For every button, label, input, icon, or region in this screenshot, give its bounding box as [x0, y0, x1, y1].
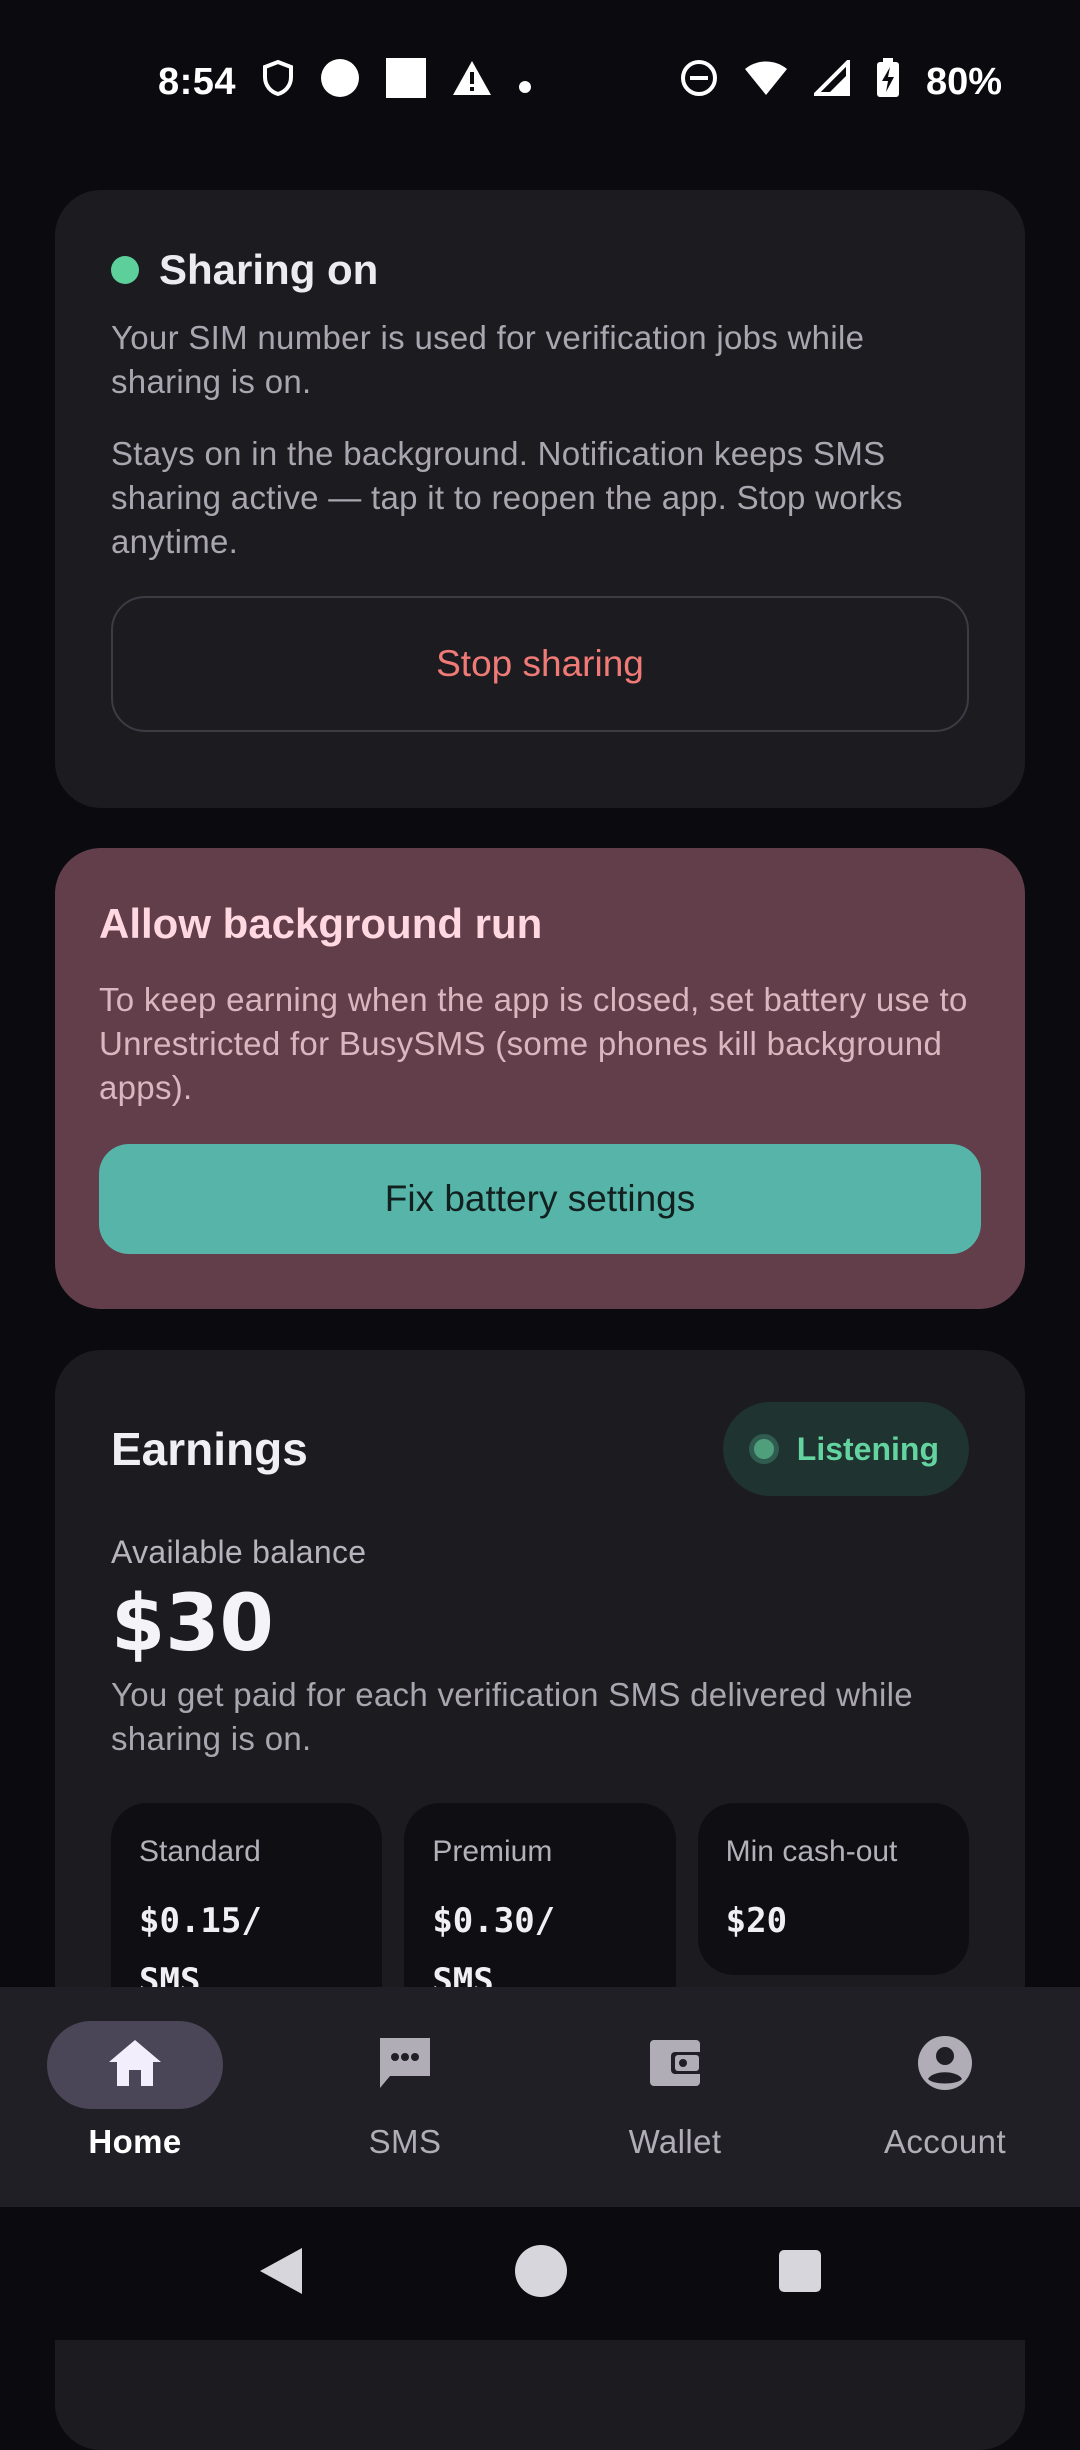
nav-icon-container: [47, 2021, 223, 2109]
sharing-card: Sharing on Your SIM number is used for v…: [55, 190, 1025, 808]
nav-item-wallet[interactable]: Wallet: [545, 1987, 805, 2161]
background-run-card: Allow background run To keep earning whe…: [55, 848, 1025, 1309]
listening-dot-icon: [748, 1434, 779, 1464]
wallet-icon: [647, 2035, 703, 2096]
sharing-title: Sharing on: [159, 246, 379, 293]
balance-label: Available balance: [111, 1534, 367, 1570]
sharing-description: Your SIM number is used for verification…: [111, 319, 865, 400]
sharing-header: Sharing on: [111, 246, 969, 294]
account-icon: [916, 2034, 974, 2097]
nav-label: Home: [88, 2123, 182, 2160]
dot-icon: [518, 61, 532, 104]
battery-percent: 80%: [925, 61, 1002, 103]
nav-item-sms[interactable]: SMS: [275, 1987, 535, 2161]
dnd-icon: [680, 59, 718, 107]
earnings-header: Earnings Listening: [111, 1402, 969, 1496]
nav-item-account[interactable]: Account: [815, 1987, 1075, 2161]
earnings-title: Earnings: [111, 1423, 308, 1475]
system-nav-bar: [0, 2207, 1080, 2340]
rate-label: Standard: [139, 1835, 261, 1868]
battery-charging-icon: [876, 57, 900, 108]
rate-label: Premium: [432, 1835, 553, 1868]
stop-sharing-button[interactable]: Stop sharing: [111, 596, 969, 732]
listening-label: Listening: [796, 1430, 939, 1467]
nav-icon-container: [317, 2021, 493, 2109]
warning-icon: [452, 60, 492, 106]
status-bar-left: 8:54: [158, 57, 532, 108]
home-circle-icon[interactable]: [514, 2244, 568, 2303]
circle-icon: [320, 58, 360, 108]
rate-min-cashout: Min cash-out $20: [697, 1803, 969, 1975]
wifi-icon: [744, 60, 788, 106]
listening-status-badge: Listening: [722, 1402, 969, 1496]
status-bar-right: 80%: [680, 56, 1002, 108]
signal-icon: [811, 56, 850, 106]
bottom-nav: Home SMS Wallet Account: [0, 1987, 1080, 2207]
balance-value: $30: [111, 1579, 274, 1669]
sharing-status-dot: [111, 256, 139, 284]
nav-icon-container: [857, 2021, 1033, 2109]
square-icon: [386, 57, 427, 108]
status-time: 8:54: [158, 61, 237, 103]
nav-item-home[interactable]: Home: [5, 1987, 265, 2161]
shield-icon: [262, 59, 294, 106]
nav-icon-container: [587, 2021, 763, 2109]
fix-battery-settings-button[interactable]: Fix battery settings: [99, 1144, 981, 1254]
rate-label: Min cash-out: [725, 1835, 898, 1868]
nav-label: SMS: [368, 2123, 442, 2160]
home-icon: [107, 2038, 163, 2093]
nav-label: Wallet: [628, 2123, 722, 2160]
nav-label: Account: [883, 2123, 1007, 2160]
background-run-text: To keep earning when the app is closed, …: [99, 981, 968, 1106]
background-run-title: Allow background run: [99, 900, 543, 947]
status-bar: 8:54 80%: [0, 0, 1080, 165]
earnings-description: You get paid for each verification SMS d…: [111, 1676, 913, 1757]
rate-value: $20: [725, 1901, 788, 1941]
back-icon[interactable]: [258, 2246, 304, 2301]
chat-icon: [376, 2034, 434, 2097]
recents-icon[interactable]: [778, 2249, 822, 2298]
sharing-background-note: Stays on in the background. Notification…: [111, 435, 903, 560]
